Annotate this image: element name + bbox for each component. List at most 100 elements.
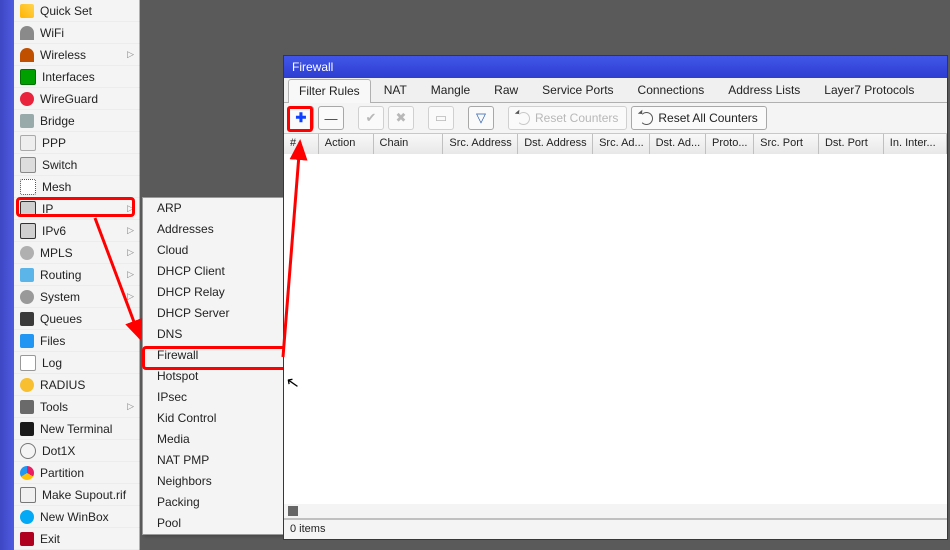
files-icon <box>20 334 34 348</box>
sidebar-item-switch[interactable]: Switch <box>14 154 140 176</box>
submenu-item-dhcp-relay[interactable]: DHCP Relay <box>143 282 289 303</box>
submenu-item-arp[interactable]: ARP <box>143 198 289 219</box>
wg-icon <box>20 92 34 106</box>
sidebar-item-exit[interactable]: Exit <box>14 528 140 550</box>
sidebar-item-label: New WinBox <box>40 510 134 524</box>
submenu-item-dns[interactable]: DNS <box>143 324 289 345</box>
comment-button[interactable]: ▭ <box>428 106 454 130</box>
sidebar-item-make-supout-rif[interactable]: Make Supout.rif <box>14 484 140 506</box>
sidebar-item-log[interactable]: Log <box>14 352 140 374</box>
sidebar-item-label: Log <box>42 356 134 370</box>
column-header-src-ad-[interactable]: Src. Ad... <box>593 134 649 154</box>
sidebar-item-radius[interactable]: RADIUS <box>14 374 140 396</box>
reset-counters-button[interactable]: Reset Counters <box>508 106 627 130</box>
firewall-titlebar[interactable]: Firewall <box>284 56 947 78</box>
sidebar-item-quick-set[interactable]: Quick Set <box>14 0 140 22</box>
sidebar-item-ip[interactable]: IP▷ <box>14 198 140 220</box>
sidebar-item-dot1x[interactable]: Dot1X <box>14 440 140 462</box>
tab-filter-rules[interactable]: Filter Rules <box>288 79 371 103</box>
column-header-in-inter-[interactable]: In. Inter... <box>884 134 947 154</box>
sidebar-item-mpls[interactable]: MPLS▷ <box>14 242 140 264</box>
sidebar-item-queues[interactable]: Queues <box>14 308 140 330</box>
tab-service-ports[interactable]: Service Ports <box>531 78 624 102</box>
sidebar-item-bridge[interactable]: Bridge <box>14 110 140 132</box>
remove-button[interactable]: — <box>318 106 344 130</box>
sidebar-item-mesh[interactable]: Mesh <box>14 176 140 198</box>
sidebar-item-system[interactable]: System▷ <box>14 286 140 308</box>
log-icon <box>20 355 36 371</box>
submenu-arrow-icon: ▷ <box>127 247 134 258</box>
reset-all-counters-button[interactable]: Reset All Counters <box>631 106 766 130</box>
sidebar-strip <box>0 0 14 550</box>
sidebar-item-wireguard[interactable]: WireGuard <box>14 88 140 110</box>
tab-mangle[interactable]: Mangle <box>420 78 481 102</box>
submenu-arrow-icon: ▷ <box>127 49 134 60</box>
submenu-item-ipsec[interactable]: IPsec <box>143 387 289 408</box>
sidebar-item-label: Bridge <box>40 114 134 128</box>
submenu-item-firewall[interactable]: Firewall <box>143 345 289 366</box>
sidebar-item-routing[interactable]: Routing▷ <box>14 264 140 286</box>
tab-connections[interactable]: Connections <box>627 78 716 102</box>
horizontal-scrollbar[interactable] <box>284 504 947 519</box>
sidebar-item-new-winbox[interactable]: New WinBox <box>14 506 140 528</box>
sidebar-item-tools[interactable]: Tools▷ <box>14 396 140 418</box>
sidebar-item-partition[interactable]: Partition <box>14 462 140 484</box>
column-header-action[interactable]: Action <box>319 134 374 154</box>
sidebar-item-label: New Terminal <box>40 422 134 436</box>
mpls-icon <box>20 246 34 260</box>
sidebar-item-files[interactable]: Files <box>14 330 140 352</box>
tab-address-lists[interactable]: Address Lists <box>717 78 811 102</box>
ipv6-icon <box>20 223 36 239</box>
column-header-proto-[interactable]: Proto... <box>706 134 754 154</box>
sidebar-item-wireless[interactable]: Wireless▷ <box>14 44 140 66</box>
disable-button[interactable]: ✖ <box>388 106 414 130</box>
submenu-item-dhcp-server[interactable]: DHCP Server <box>143 303 289 324</box>
submenu-item-dhcp-client[interactable]: DHCP Client <box>143 261 289 282</box>
sidebar-item-label: Switch <box>42 158 134 172</box>
grid-body[interactable] <box>284 154 947 519</box>
submenu-arrow-icon: ▷ <box>127 203 134 214</box>
sidebar-item-wifi[interactable]: WiFi <box>14 22 140 44</box>
firewall-tabstrip: Filter RulesNATMangleRawService PortsCon… <box>284 78 947 103</box>
add-button[interactable]: ✚ <box>288 106 314 130</box>
filter-button[interactable]: ▽ <box>468 106 494 130</box>
sidebar-item-label: Mesh <box>42 180 134 194</box>
submenu-arrow-icon: ▷ <box>127 401 134 412</box>
submenu-item-packing[interactable]: Packing <box>143 492 289 513</box>
sidebar-item-label: Interfaces <box>42 70 134 84</box>
sidebar-item-ppp[interactable]: PPP <box>14 132 140 154</box>
submenu-item-neighbors[interactable]: Neighbors <box>143 471 289 492</box>
column-header-dst-ad-[interactable]: Dst. Ad... <box>650 134 706 154</box>
column-header-dst-port[interactable]: Dst. Port <box>819 134 884 154</box>
submenu-arrow-icon: ▷ <box>127 269 134 280</box>
sidebar-list: Quick SetWiFiWireless▷InterfacesWireGuar… <box>14 0 140 550</box>
tab-nat[interactable]: NAT <box>373 78 418 102</box>
ant-icon <box>20 48 34 62</box>
submenu-item-hotspot[interactable]: Hotspot <box>143 366 289 387</box>
submenu-item-pool[interactable]: Pool <box>143 513 289 534</box>
submenu-item-cloud[interactable]: Cloud <box>143 240 289 261</box>
submenu-item-kid-control[interactable]: Kid Control <box>143 408 289 429</box>
submenu-item-addresses[interactable]: Addresses <box>143 219 289 240</box>
sidebar-item-label: RADIUS <box>40 378 134 392</box>
tab-raw[interactable]: Raw <box>483 78 529 102</box>
column-header--[interactable]: # <box>284 134 319 154</box>
sidebar-item-label: Make Supout.rif <box>42 488 134 502</box>
column-header-src-port[interactable]: Src. Port <box>754 134 819 154</box>
column-header-chain[interactable]: Chain <box>374 134 444 154</box>
main-sidebar: Quick SetWiFiWireless▷InterfacesWireGuar… <box>0 0 140 550</box>
scrollbar-thumb[interactable] <box>288 506 298 516</box>
sidebar-item-ipv6[interactable]: IPv6▷ <box>14 220 140 242</box>
column-header-dst-address[interactable]: Dst. Address <box>518 134 593 154</box>
enable-button[interactable]: ✔ <box>358 106 384 130</box>
tab-layer7-protocols[interactable]: Layer7 Protocols <box>813 78 925 102</box>
sidebar-item-interfaces[interactable]: Interfaces <box>14 66 140 88</box>
sidebar-item-new-terminal[interactable]: New Terminal <box>14 418 140 440</box>
part-icon <box>20 466 34 480</box>
sidebar-item-label: Routing <box>40 268 127 282</box>
submenu-item-media[interactable]: Media <box>143 429 289 450</box>
reload-icon <box>640 112 653 125</box>
column-header-src-address[interactable]: Src. Address <box>443 134 518 154</box>
submenu-item-nat-pmp[interactable]: NAT PMP <box>143 450 289 471</box>
sidebar-item-label: Wireless <box>40 48 127 62</box>
